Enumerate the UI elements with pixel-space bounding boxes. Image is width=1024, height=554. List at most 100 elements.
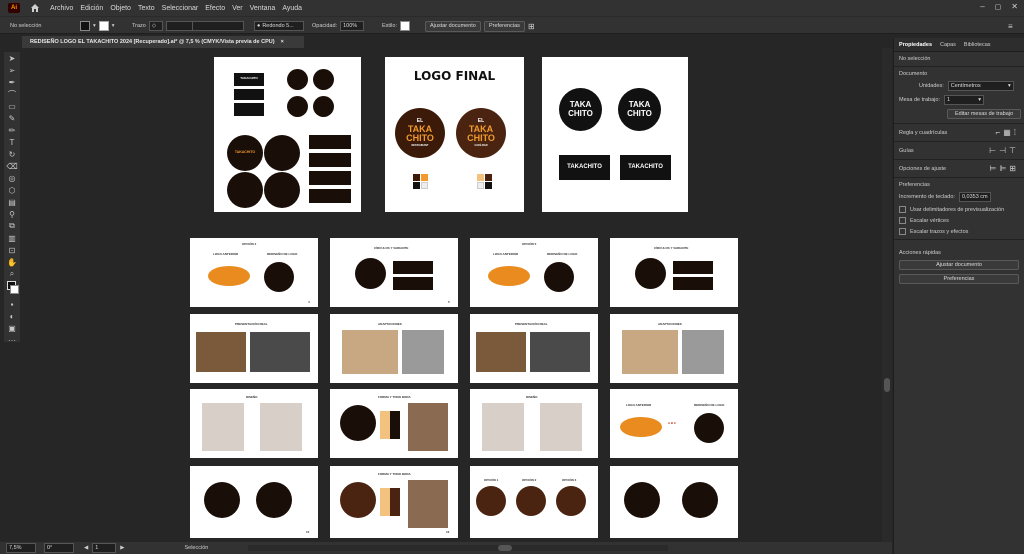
- graph-tool-icon[interactable]: ▥: [6, 232, 18, 244]
- pencil-tool-icon[interactable]: ✏: [6, 124, 18, 136]
- brush-field[interactable]: ● Redondo 5...: [254, 21, 304, 31]
- menu-texto[interactable]: Texto: [138, 5, 155, 12]
- rotation-field[interactable]: 0°: [44, 543, 74, 553]
- preview-bounds-label: Usar delimitadores de previsualización: [910, 206, 1005, 213]
- hand-tool-icon[interactable]: ✋: [6, 256, 18, 268]
- close-tab-icon[interactable]: ×: [281, 39, 284, 45]
- warp-tool-icon[interactable]: ◎: [6, 172, 18, 184]
- scale-strokes-checkbox[interactable]: [899, 228, 906, 235]
- slide-4[interactable]: CÍRCULOS Y VARIANTE: [610, 238, 738, 307]
- ruler-grid-icons[interactable]: ⌐▦⁞: [996, 128, 1019, 137]
- style-swatch[interactable]: [399, 21, 410, 31]
- variable-width-field[interactable]: [192, 21, 244, 31]
- slide-16[interactable]: [610, 466, 738, 538]
- fit-document-button[interactable]: Ajustar documento: [425, 20, 481, 32]
- eyedropper-tool-icon[interactable]: ⚲: [6, 208, 18, 220]
- zoom-field[interactable]: 7,5%: [6, 543, 36, 553]
- slide-6[interactable]: ADAPTACIONES: [330, 314, 458, 383]
- artboard-tool-icon[interactable]: ⊡: [6, 244, 18, 256]
- slide-11[interactable]: DISEÑO: [470, 389, 598, 458]
- menu-objeto[interactable]: Objeto: [110, 5, 131, 12]
- edit-artboards-button[interactable]: Editar mesas de trabajo: [947, 109, 1021, 119]
- artboard-3[interactable]: TAKA CHITO TAKA CHITO TAKACHITO TAKACHIT…: [542, 57, 688, 212]
- menu-ayuda[interactable]: Ayuda: [282, 5, 302, 12]
- draw-mode-icon[interactable]: ◐: [6, 310, 18, 322]
- more-tools-icon[interactable]: ···: [6, 334, 18, 346]
- guides-icons[interactable]: ⊢⊣⊤: [989, 146, 1019, 155]
- panel-menu-icon[interactable]: ≡: [1008, 22, 1013, 31]
- direct-selection-tool-icon[interactable]: ➢: [6, 64, 18, 76]
- slide-12-sub-a: LOGO ANTERIOR: [626, 403, 652, 407]
- scroll-thumb[interactable]: [884, 378, 890, 392]
- artboard-1[interactable]: TAKACHITO TAKACHITO: [214, 57, 361, 212]
- slide-5[interactable]: PRESENTACIÓN REAL: [190, 314, 318, 383]
- prev-artboard-icon[interactable]: ◀: [84, 545, 88, 551]
- stroke-swatch[interactable]: [98, 21, 109, 31]
- scale-corners-checkbox[interactable]: [899, 217, 906, 224]
- canvas-area[interactable]: TAKACHITO TAKACHITO LOGO FINAL EL TAKA C…: [22, 48, 880, 542]
- rectangle-tool-icon[interactable]: ▭: [6, 100, 18, 112]
- slide-2[interactable]: CÍRCULOS Y VARIANTE 5: [330, 238, 458, 307]
- selection-tool-icon[interactable]: ➤: [6, 52, 18, 64]
- close-icon[interactable]: ✕: [1011, 2, 1018, 11]
- menu-ver[interactable]: Ver: [232, 5, 243, 12]
- eraser-tool-icon[interactable]: ⌫: [6, 160, 18, 172]
- snap-icons[interactable]: ⊨⊫⊞: [989, 164, 1019, 173]
- quick-fit-document-button[interactable]: Ajustar documento: [899, 260, 1019, 270]
- home-icon[interactable]: [30, 3, 40, 13]
- slide-12[interactable]: LOGO ANTERIOR REDISEÑO DE LOGO A B C: [610, 389, 738, 458]
- artboard-2[interactable]: LOGO FINAL EL TAKA CHITO RESTAURANT EL T…: [385, 57, 524, 212]
- tab-layers[interactable]: Capas: [940, 42, 956, 48]
- h-scroll-thumb[interactable]: [498, 545, 513, 551]
- menu-efecto[interactable]: Efecto: [205, 5, 225, 12]
- stroke-width-field[interactable]: ◇: [148, 21, 163, 31]
- menu-archivo[interactable]: Archivo: [50, 5, 73, 12]
- slide-9[interactable]: DISEÑO: [190, 389, 318, 458]
- slide-15[interactable]: OPCIÓN 1 OPCIÓN 2 OPCIÓN 3: [470, 466, 598, 538]
- color-mode-icon[interactable]: ▪: [6, 298, 18, 310]
- slide-13[interactable]: 15: [190, 466, 318, 538]
- preferences-button[interactable]: Preferencias: [484, 20, 525, 32]
- maximize-icon[interactable]: ▢: [995, 3, 1002, 11]
- minimize-icon[interactable]: –: [980, 2, 984, 11]
- slide-14[interactable]: FORMA Y TONO BORA 16: [330, 466, 458, 538]
- artboard-select[interactable]: 1 ▾: [943, 95, 984, 105]
- fill-swatch[interactable]: [80, 21, 90, 31]
- opacity-field[interactable]: 100%: [340, 21, 365, 31]
- blend-tool-icon[interactable]: ⧉: [6, 220, 18, 232]
- quick-preferences-button[interactable]: Preferencias: [899, 274, 1019, 284]
- arrange-icon[interactable]: ⊞: [528, 22, 535, 31]
- horizontal-scrollbar[interactable]: [248, 545, 669, 551]
- status-bar: 7,5% 0° ◀ 1 ▶ Selección: [0, 542, 892, 554]
- shape-builder-tool-icon[interactable]: ⬡: [6, 184, 18, 196]
- next-artboard-icon[interactable]: ▶: [120, 545, 124, 551]
- artboard-nav-field[interactable]: 1: [92, 543, 117, 553]
- preview-bounds-checkbox[interactable]: [899, 206, 906, 213]
- tab-properties[interactable]: Propiedades: [899, 42, 932, 48]
- slide-3[interactable]: OPCIÓN 5 LOGO ANTERIOR REDISEÑO DE LOGO: [470, 238, 598, 307]
- menu-ventana[interactable]: Ventana: [250, 5, 276, 12]
- fill-stroke-icon[interactable]: [6, 280, 19, 298]
- units-select[interactable]: Centímetros ▾: [947, 81, 1014, 91]
- gradient-tool-icon[interactable]: ▤: [6, 196, 18, 208]
- chevron-down-icon[interactable]: ▾: [112, 23, 115, 29]
- brush-tool-icon[interactable]: ✎: [6, 112, 18, 124]
- vertical-scrollbar[interactable]: [882, 48, 892, 542]
- slide-7[interactable]: PRESENTACIÓN REAL: [470, 314, 598, 383]
- keyboard-increment-field[interactable]: 0,0353 cm: [958, 192, 991, 202]
- menu-seleccionar[interactable]: Seleccionar: [162, 5, 199, 12]
- document-tab[interactable]: REDISEÑO LOGO EL TAKACHITO 2024 [Recuper…: [22, 36, 304, 48]
- slide-8[interactable]: ADAPTACIONES: [610, 314, 738, 383]
- type-tool-icon[interactable]: T: [6, 136, 18, 148]
- zoom-tool-icon[interactable]: ⌕: [6, 268, 18, 280]
- slide-10[interactable]: FORMA Y TONO BORA: [330, 389, 458, 458]
- tab-libraries[interactable]: Bibliotecas: [964, 42, 991, 48]
- slide-1[interactable]: OPCIÓN 4 LOGO ANTERIOR REDISEÑO DE LOGO …: [190, 238, 318, 307]
- pen-tool-icon[interactable]: ✒: [6, 76, 18, 88]
- screen-mode-icon[interactable]: ▣: [6, 322, 18, 334]
- rotate-tool-icon[interactable]: ↻: [6, 148, 18, 160]
- chevron-down-icon[interactable]: ▾: [93, 23, 96, 29]
- slide-8-title: ADAPTACIONES: [658, 322, 682, 326]
- curvature-tool-icon[interactable]: ⌒: [6, 88, 18, 100]
- menu-edicion[interactable]: Edición: [80, 5, 103, 12]
